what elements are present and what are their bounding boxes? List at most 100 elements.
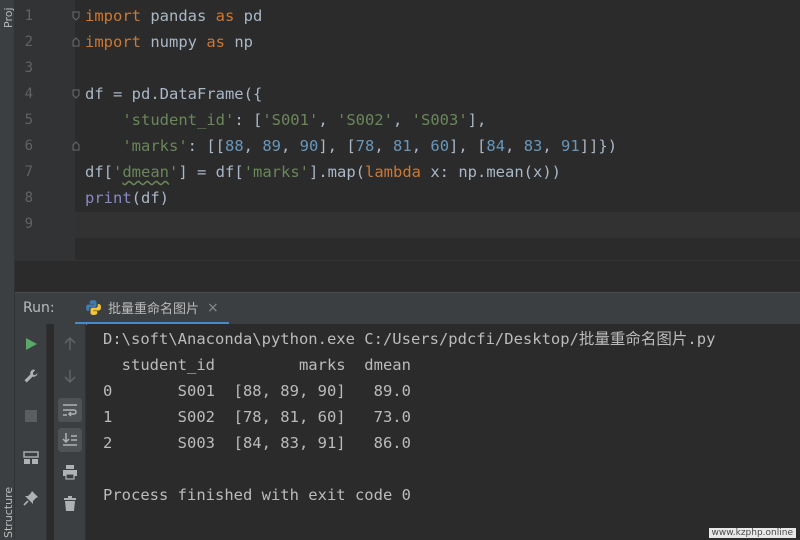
stop-icon bbox=[25, 410, 37, 422]
project-tool-tab[interactable]: Proj bbox=[0, 0, 15, 40]
line-number: 8 bbox=[24, 190, 33, 206]
code-token: ]]}) bbox=[579, 137, 618, 155]
code-token: , bbox=[505, 137, 524, 155]
code-token: pandas bbox=[141, 7, 216, 25]
scroll-to-end-toggle[interactable] bbox=[58, 428, 82, 452]
python-icon bbox=[86, 300, 101, 315]
code-token: ], bbox=[467, 111, 487, 129]
code-token: , bbox=[392, 111, 412, 129]
code-token: , bbox=[374, 137, 394, 155]
line-number: 5 bbox=[24, 112, 33, 128]
code-token: , bbox=[542, 137, 562, 155]
line-number: 2 bbox=[24, 34, 33, 50]
fold-marker-icon[interactable] bbox=[72, 37, 80, 47]
console-line: D:\soft\Anaconda\python.exe C:/Users/pdc… bbox=[103, 330, 716, 348]
code-token: print bbox=[85, 189, 132, 207]
line-number: 9 bbox=[24, 216, 33, 232]
code-line: import pandas as pd bbox=[85, 3, 262, 29]
pin-icon bbox=[23, 491, 38, 506]
code-token: , bbox=[318, 111, 337, 129]
code-token: 78 bbox=[355, 137, 375, 155]
code-line: import numpy as np bbox=[85, 29, 253, 55]
code-line: df = pd.DataFrame({ bbox=[85, 81, 262, 107]
line-number: 6 bbox=[24, 138, 33, 154]
code-line: 'student_id': ['S001', 'S002', 'S003'], bbox=[85, 107, 486, 133]
code-editor[interactable]: 1 2 3 4 5 6 7 8 9 import pandas as pd im… bbox=[15, 0, 800, 260]
clear-all-button[interactable] bbox=[58, 492, 82, 516]
code-token: 'S003' bbox=[411, 111, 468, 129]
code-token: 'marks' bbox=[122, 137, 188, 155]
code-token: , bbox=[281, 137, 300, 155]
code-token: (df) bbox=[131, 189, 169, 207]
code-token: ], [ bbox=[449, 137, 487, 155]
current-line-highlight bbox=[75, 212, 800, 238]
run-window-header: Run: 批量重命名图片 × bbox=[15, 292, 800, 325]
code-token: 81 bbox=[393, 137, 412, 155]
console-line: student_id marks dmean bbox=[103, 356, 411, 374]
run-console-output[interactable]: D:\soft\Anaconda\python.exe C:/Users/pdc… bbox=[87, 324, 800, 540]
run-config-tab[interactable]: 批量重命名图片 × bbox=[75, 293, 229, 325]
code-token: 'student_id' bbox=[122, 111, 235, 129]
run-toolbar-primary bbox=[15, 324, 47, 540]
code-line: 'marks': [[88, 89, 90], [78, 81, 60], [8… bbox=[85, 133, 617, 159]
code-token: 91 bbox=[561, 137, 580, 155]
structure-tool-tab[interactable]: Structure bbox=[0, 470, 15, 540]
code-token: 'S002' bbox=[336, 111, 393, 129]
code-token: 88 bbox=[224, 137, 244, 155]
soft-wrap-toggle[interactable] bbox=[58, 398, 82, 422]
code-token: , bbox=[243, 137, 263, 155]
line-number: 1 bbox=[24, 8, 33, 24]
code-token: numpy bbox=[141, 33, 207, 51]
close-icon[interactable]: × bbox=[207, 300, 219, 316]
code-token: 90 bbox=[299, 137, 319, 155]
print-button[interactable] bbox=[58, 460, 82, 484]
line-number-gutter: 1 2 3 4 5 6 7 8 9 bbox=[15, 0, 80, 260]
rerun-button[interactable] bbox=[19, 332, 43, 356]
layout-icon bbox=[23, 451, 39, 464]
layout-button[interactable] bbox=[19, 446, 43, 470]
console-line: 2 S003 [84, 83, 91] 86.0 bbox=[103, 434, 411, 452]
console-line: 0 S001 [88, 89, 90] 89.0 bbox=[103, 382, 411, 400]
code-token: : [ bbox=[234, 111, 263, 129]
editor-bottom-area bbox=[15, 260, 800, 292]
play-icon bbox=[26, 338, 37, 350]
edit-configuration-button[interactable] bbox=[19, 364, 43, 388]
code-token: x: np.mean(x)) bbox=[421, 163, 561, 181]
run-toolbar-secondary bbox=[54, 324, 86, 540]
code-token: : [[ bbox=[187, 137, 225, 155]
code-line: df['dmean'] = df['marks'].map(lambda x: … bbox=[85, 159, 561, 185]
code-token: lambda bbox=[365, 163, 422, 181]
scroll-up-button[interactable] bbox=[58, 332, 82, 356]
scroll-to-end-icon bbox=[62, 433, 77, 446]
code-token: df[ bbox=[85, 163, 113, 181]
code-token: pd bbox=[234, 7, 263, 25]
code-token: 83 bbox=[523, 137, 543, 155]
code-token: ' bbox=[169, 163, 179, 181]
code-token: , bbox=[411, 137, 431, 155]
code-line: print(df) bbox=[85, 185, 169, 211]
code-token: as bbox=[215, 7, 235, 25]
fold-marker-icon[interactable] bbox=[72, 89, 80, 99]
arrow-down-icon bbox=[64, 370, 76, 383]
line-number: 3 bbox=[24, 60, 33, 76]
fold-marker-icon[interactable] bbox=[72, 141, 80, 151]
stop-button[interactable] bbox=[19, 404, 43, 428]
code-token: ], [ bbox=[318, 137, 356, 155]
left-tool-strip: Proj Structure bbox=[0, 0, 15, 540]
fold-marker-icon[interactable] bbox=[72, 11, 80, 21]
arrow-up-icon bbox=[64, 337, 76, 350]
wrench-icon bbox=[24, 369, 38, 383]
soft-wrap-icon bbox=[63, 404, 77, 417]
code-token: ] = df[ bbox=[178, 163, 244, 181]
code-token: np bbox=[225, 33, 253, 51]
code-token: as bbox=[206, 33, 225, 51]
console-line: Process finished with exit code 0 bbox=[103, 486, 411, 504]
code-token: ].map( bbox=[309, 163, 366, 181]
scroll-down-button[interactable] bbox=[58, 364, 82, 388]
code-token: 60 bbox=[430, 137, 450, 155]
code-token: 'S001' bbox=[262, 111, 319, 129]
line-number: 7 bbox=[24, 164, 33, 180]
line-number: 4 bbox=[24, 86, 33, 102]
pin-tab-button[interactable] bbox=[19, 486, 43, 510]
